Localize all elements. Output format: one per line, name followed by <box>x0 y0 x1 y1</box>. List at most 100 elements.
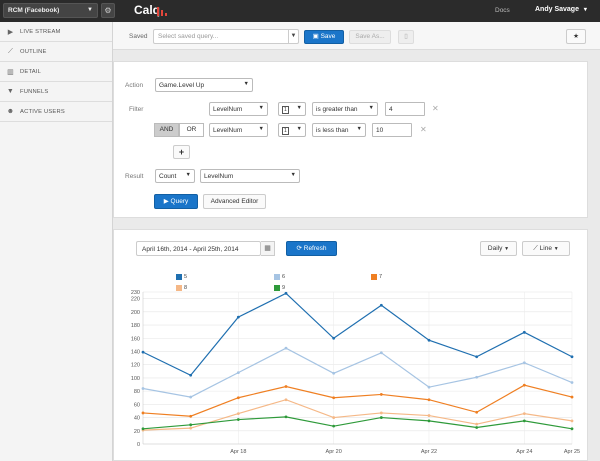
legend-item[interactable]: 7 <box>371 274 382 280</box>
user-name: Andy Savage <box>535 6 579 13</box>
y-tick-label: 140 <box>131 349 140 355</box>
gear-icon[interactable]: ⚙ <box>101 3 115 18</box>
remove-filter-icon[interactable]: ✕ <box>420 125 427 134</box>
y-tick-label: 100 <box>131 376 140 382</box>
refresh-button[interactable]: ⟳ Refresh <box>286 241 337 256</box>
series-line <box>142 384 573 417</box>
sidebar-item-detail[interactable]: ▥ DETAIL <box>0 62 112 82</box>
saved-query-select[interactable]: Select saved query... ▼ <box>153 29 299 44</box>
app-selector[interactable]: RCM (Facebook) ▼ <box>3 3 98 18</box>
chart-type-select[interactable]: ⟋ Line ▼ <box>522 241 570 256</box>
data-point <box>570 419 574 423</box>
y-tick-label: 180 <box>131 323 140 329</box>
caret-down-icon: ▼ <box>504 246 510 252</box>
line-chart-icon: ⟋ <box>7 47 14 55</box>
y-tick-label: 20 <box>134 429 140 435</box>
user-menu[interactable]: Andy Savage ▾ <box>535 6 587 13</box>
or-toggle[interactable]: OR <box>179 123 204 137</box>
chart-panel: April 16th, 2014 - April 25th, 2014 ▦ ⟳ … <box>113 229 588 461</box>
caret-down-icon: ▼ <box>356 126 362 132</box>
data-point <box>284 398 288 402</box>
series-line <box>142 416 573 430</box>
x-tick-label: Apr 20 <box>326 449 342 455</box>
filter-property-select[interactable]: LevelNum ▼ <box>209 123 268 137</box>
data-point <box>141 411 145 415</box>
data-point <box>189 423 193 427</box>
and-toggle[interactable]: AND <box>154 123 179 137</box>
filter-operator-select[interactable]: is less than ▼ <box>312 123 366 137</box>
numeric-type-icon: 1 <box>282 127 289 135</box>
query-button[interactable]: ▶ Query <box>154 194 198 209</box>
data-point <box>427 414 431 417</box>
app-name: RCM (Facebook) <box>8 7 60 14</box>
x-tick-label: Apr 18 <box>230 449 246 455</box>
filter-value-input[interactable]: 10 <box>372 123 412 137</box>
refresh-icon: ⟳ <box>296 245 302 252</box>
filter-operator-value: is less than <box>316 127 349 134</box>
calendar-icon[interactable]: ▦ <box>261 241 275 256</box>
data-point <box>332 336 336 340</box>
data-point <box>522 383 526 387</box>
data-point <box>236 371 240 375</box>
save-button[interactable]: ▣ Save <box>304 30 344 44</box>
advanced-editor-button[interactable]: Advanced Editor <box>203 194 266 209</box>
date-range-input[interactable]: April 16th, 2014 - April 25th, 2014 <box>136 241 261 256</box>
result-property-select[interactable]: LevelNum ▼ <box>200 169 300 183</box>
data-point <box>189 426 193 430</box>
data-point <box>189 395 193 399</box>
filter-value-input[interactable]: 4 <box>385 102 425 116</box>
data-point <box>332 371 336 375</box>
chart-type-value: Line <box>539 245 552 252</box>
interval-value: Daily <box>487 245 503 252</box>
filter-property-value: LevelNum <box>213 127 243 134</box>
filter-type-select[interactable]: 1 ▼ <box>278 123 306 137</box>
action-select[interactable]: Game.Level Up ▼ <box>155 78 253 92</box>
legend-item[interactable]: 9 <box>274 285 285 291</box>
caret-down-icon: ▼ <box>296 105 302 111</box>
y-tick-label: 230 <box>131 290 140 296</box>
legend-item[interactable]: 5 <box>176 274 187 280</box>
sidebar-item-funnels[interactable]: ▼ FUNNELS <box>0 82 112 102</box>
filter-operator-select[interactable]: is greater than ▼ <box>312 102 378 116</box>
sidebar-item-active-users[interactable]: ☻ ACTIVE USERS <box>0 102 112 122</box>
trash-icon: ▯ <box>404 33 408 40</box>
save-as-button[interactable]: Save As... <box>349 30 391 44</box>
caret-down-icon: ▼ <box>368 105 374 111</box>
result-label: Result <box>125 173 144 180</box>
sidebar-item-outline[interactable]: ⟋ OUTLINE <box>0 42 112 62</box>
data-point <box>141 427 145 431</box>
filter-label: Filter <box>129 106 144 113</box>
legend-item[interactable]: 8 <box>176 285 187 291</box>
data-point <box>141 387 145 390</box>
result-aggregate-select[interactable]: Count ▼ <box>155 169 195 183</box>
filter-property-select[interactable]: LevelNum ▼ <box>209 102 268 116</box>
y-tick-label: 120 <box>131 363 140 369</box>
add-filter-button[interactable]: + <box>173 145 190 159</box>
saved-query-bar: Saved Select saved query... ▼ ▣ Save Sav… <box>113 22 600 50</box>
docs-link[interactable]: Docs <box>495 7 510 14</box>
legend-swatch <box>274 285 280 291</box>
numeric-type-icon: 1 <box>282 106 289 114</box>
save-label: Save <box>320 33 336 40</box>
sidebar-item-live-stream[interactable]: ▶ LIVE STREAM <box>0 22 112 42</box>
x-tick-label: Apr 22 <box>421 449 437 455</box>
y-tick-label: 220 <box>131 297 140 303</box>
filter-type-select[interactable]: 1 ▼ <box>278 102 306 116</box>
caret-down-icon: ▼ <box>185 172 191 178</box>
action-value: Game.Level Up <box>159 82 205 89</box>
remove-filter-icon[interactable]: ✕ <box>432 104 439 113</box>
delete-button[interactable]: ▯ <box>398 30 414 44</box>
filter-property-value: LevelNum <box>213 106 243 113</box>
y-tick-label: 0 <box>137 442 140 448</box>
legend-item[interactable]: 6 <box>274 274 285 280</box>
interval-select[interactable]: Daily ▼ <box>480 241 517 256</box>
data-point <box>141 350 145 354</box>
data-point <box>570 395 574 399</box>
data-point <box>332 416 336 419</box>
favorite-button[interactable]: ★ <box>566 29 586 44</box>
series-line <box>142 347 573 398</box>
data-point <box>379 303 383 307</box>
legend-swatch <box>176 285 182 291</box>
refresh-label: Refresh <box>303 245 327 252</box>
data-point <box>570 355 574 359</box>
